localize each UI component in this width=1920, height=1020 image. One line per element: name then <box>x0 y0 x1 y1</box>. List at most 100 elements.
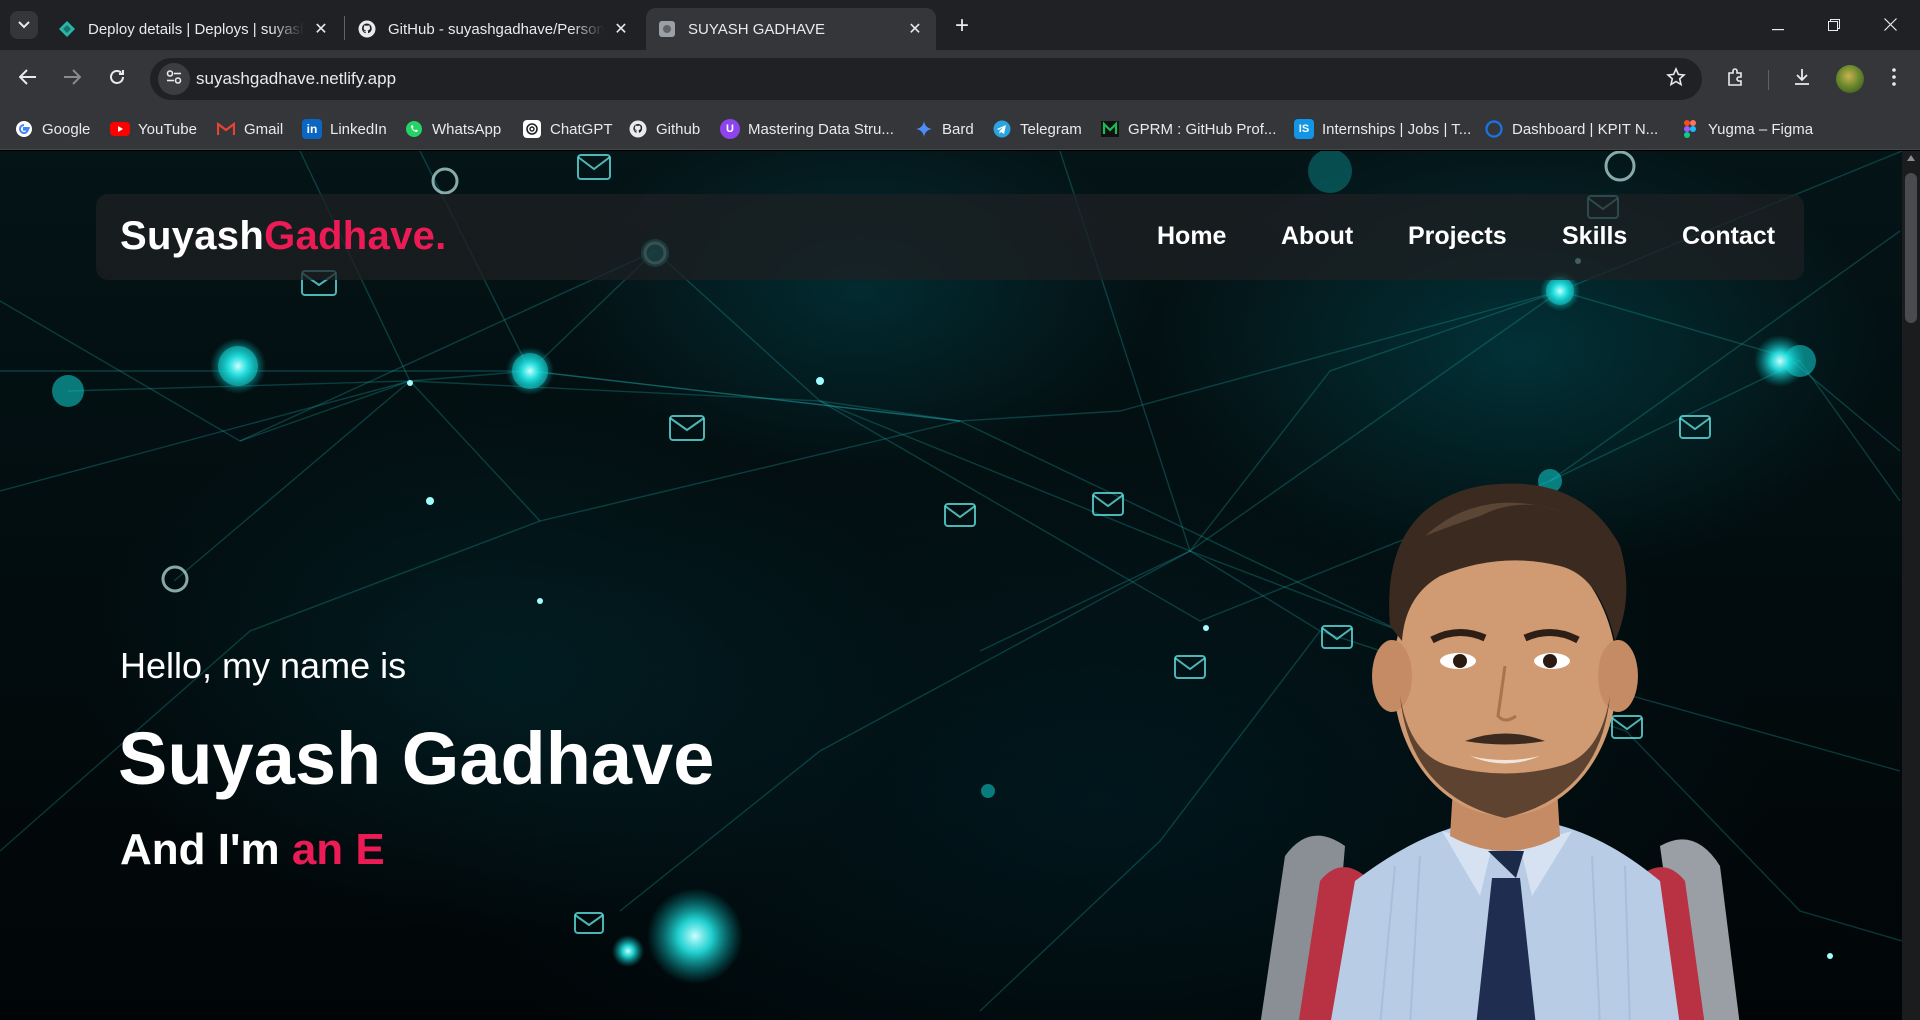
profile-photo <box>1260 483 1740 1020</box>
bookmark-mastering-data-structures[interactable]: U Mastering Data Stru... <box>720 117 894 141</box>
nav-home[interactable]: Home <box>1157 222 1226 251</box>
whatsapp-icon <box>404 119 424 139</box>
tab-deploy-details[interactable]: Deploy details | Deploys | suyashgadhave… <box>46 8 342 50</box>
page-scrollbar[interactable] <box>1902 151 1920 1020</box>
bard-icon <box>914 119 934 139</box>
bookmark-chatgpt[interactable]: ChatGPT <box>522 117 613 141</box>
bookmark-gprm[interactable]: GPRM : GitHub Prof... <box>1100 117 1276 141</box>
bookmark-label: Bard <box>942 120 974 138</box>
chatgpt-icon <box>522 119 542 139</box>
browser-toolbar: suyashgadhave.netlify.app <box>0 50 1920 108</box>
downloads-button[interactable] <box>1786 63 1818 95</box>
address-bar[interactable]: suyashgadhave.netlify.app <box>150 58 1702 100</box>
tab-title: SUYASH GADHAVE <box>688 20 825 38</box>
site-logo[interactable]: SuyashGadhave. <box>120 214 447 259</box>
hero-role: And I'm an E <box>120 825 385 875</box>
tab-strip: Deploy details | Deploys | suyashgadhave… <box>0 0 1920 50</box>
scroll-up-arrow-icon[interactable] <box>1907 155 1915 161</box>
download-icon <box>1792 67 1812 92</box>
site-info-button[interactable] <box>158 63 190 95</box>
youtube-icon <box>110 119 130 139</box>
profile-avatar[interactable] <box>1836 65 1864 93</box>
tab-separator <box>344 16 345 40</box>
page-viewport: SuyashGadhave. Home About Projects Skill… <box>0 151 1902 1020</box>
restore-button[interactable] <box>1806 0 1862 50</box>
nav-projects[interactable]: Projects <box>1408 222 1507 251</box>
logo-first: Suyash <box>120 214 265 258</box>
figma-icon <box>1680 119 1700 139</box>
bookmark-label: Yugma – Figma <box>1708 120 1814 138</box>
bookmark-google[interactable]: Google <box>14 117 90 141</box>
close-icon[interactable]: ✕ <box>312 20 330 38</box>
bookmark-label: Github <box>656 120 701 138</box>
github-icon <box>628 119 648 139</box>
role-typed-text: an E <box>291 825 385 874</box>
github-icon <box>358 20 376 38</box>
tab-github[interactable]: GitHub - suyashgadhave/Personal-Portfoli… <box>346 8 642 50</box>
bookmark-label: Internships | Jobs | T... <box>1322 120 1472 138</box>
chevron-down-icon <box>18 16 30 34</box>
tab-suyash-gadhave[interactable]: SUYASH GADHAVE ✕ <box>646 8 936 50</box>
bookmark-label: Google <box>42 120 91 138</box>
new-tab-button[interactable]: + <box>948 12 976 40</box>
bookmark-label: GPRM : GitHub Prof... <box>1128 120 1277 138</box>
tab-search-button[interactable] <box>10 11 38 39</box>
bookmark-yugma-figma[interactable]: Yugma – Figma <box>1680 117 1813 141</box>
url-text[interactable]: suyashgadhave.netlify.app <box>196 69 396 89</box>
toolbar-divider <box>1768 70 1769 90</box>
reload-button[interactable] <box>101 63 133 95</box>
netlify-icon <box>58 20 76 38</box>
tab-title: GitHub - suyashgadhave/Personal-Portfoli… <box>388 20 604 38</box>
bookmark-label: Gmail <box>244 120 284 138</box>
bookmark-linkedin[interactable]: in LinkedIn <box>302 117 387 141</box>
bookmark-dashboard-kpit[interactable]: Dashboard | KPIT N... <box>1484 117 1658 141</box>
hero-greeting: Hello, my name is <box>120 645 407 686</box>
hero-name: Suyash Gadhave <box>118 717 715 800</box>
bookmark-label: Mastering Data Stru... <box>748 120 894 138</box>
forward-button[interactable] <box>56 63 88 95</box>
tune-icon <box>166 69 182 89</box>
gprm-icon <box>1100 119 1120 139</box>
telegram-icon <box>992 119 1012 139</box>
course-icon: U <box>720 119 740 139</box>
arrow-left-icon <box>18 68 37 90</box>
restore-icon <box>1828 15 1840 36</box>
tab-title: Deploy details | Deploys | suyashgadhave <box>88 20 304 38</box>
google-icon <box>14 119 34 139</box>
bookmark-star-button[interactable] <box>1664 66 1688 91</box>
bookmark-github[interactable]: Github <box>628 117 700 141</box>
bookmark-youtube[interactable]: YouTube <box>110 117 197 141</box>
kebab-menu-icon <box>1892 67 1896 91</box>
puzzle-icon <box>1726 67 1746 92</box>
plus-icon: + <box>954 12 969 39</box>
bookmark-label: Dashboard | KPIT N... <box>1512 120 1659 138</box>
close-window-button[interactable] <box>1862 0 1918 50</box>
nav-contact[interactable]: Contact <box>1682 222 1775 251</box>
kpit-icon <box>1484 119 1504 139</box>
bookmark-internships[interactable]: IS Internships | Jobs | T... <box>1294 117 1471 141</box>
close-icon[interactable]: ✕ <box>906 20 924 38</box>
bookmark-label: YouTube <box>138 120 197 138</box>
bookmark-label: WhatsApp <box>432 120 502 138</box>
bookmark-label: Telegram <box>1020 120 1082 138</box>
site-icon <box>658 20 676 38</box>
minimize-icon <box>1772 15 1784 36</box>
bookmark-label: ChatGPT <box>550 120 613 138</box>
bookmarks-bar: Google YouTube Gmail in LinkedIn WhatsAp… <box>0 108 1920 150</box>
bookmark-telegram[interactable]: Telegram <box>992 117 1082 141</box>
bookmark-gmail[interactable]: Gmail <box>216 117 283 141</box>
bookmark-bard[interactable]: Bard <box>914 117 974 141</box>
arrow-right-icon <box>63 68 82 90</box>
nav-about[interactable]: About <box>1281 222 1353 251</box>
minimize-button[interactable] <box>1750 0 1806 50</box>
bookmark-label: LinkedIn <box>330 120 387 138</box>
extensions-button[interactable] <box>1720 63 1752 95</box>
close-icon[interactable]: ✕ <box>612 20 630 38</box>
back-button[interactable] <box>12 63 44 95</box>
gmail-icon <box>216 119 236 139</box>
browser-menu-button[interactable] <box>1878 63 1910 95</box>
site-navbar: SuyashGadhave. Home About Projects Skill… <box>96 194 1804 280</box>
bookmark-whatsapp[interactable]: WhatsApp <box>404 117 501 141</box>
scroll-thumb[interactable] <box>1905 173 1917 323</box>
nav-skills[interactable]: Skills <box>1562 222 1627 251</box>
